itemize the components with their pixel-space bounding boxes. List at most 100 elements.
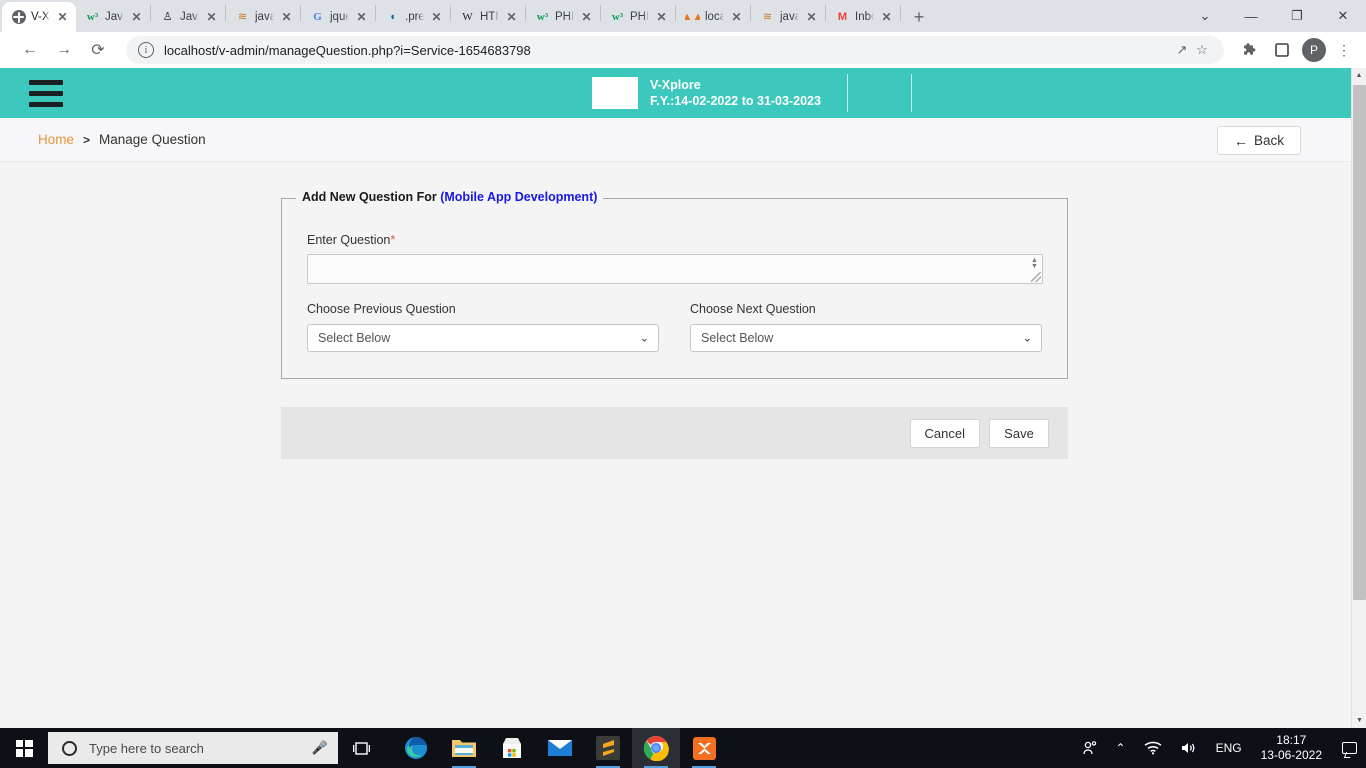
new-tab-button[interactable]: + bbox=[905, 3, 933, 31]
breadcrumb-separator: > bbox=[83, 132, 91, 147]
taskbar-app-xampp[interactable] bbox=[680, 728, 728, 768]
browser-tab-11[interactable]: M Inbo ✕ bbox=[826, 2, 900, 32]
next-question-label: Choose Next Question bbox=[690, 302, 816, 316]
taskbar-app-mail[interactable] bbox=[536, 728, 584, 768]
start-button[interactable] bbox=[0, 728, 48, 768]
hamburger-icon[interactable] bbox=[29, 79, 63, 107]
tab-close-icon[interactable]: ✕ bbox=[579, 10, 594, 25]
breadcrumb-home-link[interactable]: Home bbox=[38, 132, 74, 147]
task-view-button[interactable] bbox=[338, 728, 384, 768]
browser-tab-1[interactable]: w³ JavaS ✕ bbox=[76, 2, 150, 32]
textarea-resize-handle[interactable] bbox=[1031, 272, 1041, 282]
tab-close-icon[interactable]: ✕ bbox=[279, 10, 294, 25]
tab-close-icon[interactable]: ✕ bbox=[504, 10, 519, 25]
breadcrumb-current: Manage Question bbox=[99, 132, 206, 147]
info-icon[interactable]: i bbox=[138, 42, 154, 58]
javascript-doc-icon: ≋ bbox=[762, 10, 773, 23]
profile-avatar[interactable]: P bbox=[1302, 38, 1326, 62]
browser-tab-9[interactable]: ▲▲ local ✕ bbox=[676, 2, 750, 32]
jquery-icon: ◖ bbox=[389, 10, 396, 23]
javascript-doc-icon: ≋ bbox=[237, 10, 248, 23]
browser-tab-10[interactable]: ≋ javas ✕ bbox=[751, 2, 825, 32]
browser-tab-6[interactable]: W HTM ✕ bbox=[451, 2, 525, 32]
browser-tab-4[interactable]: G jquer ✕ bbox=[301, 2, 375, 32]
next-question-select[interactable]: Select Below ⌄ bbox=[690, 324, 1042, 352]
save-button[interactable]: Save bbox=[989, 418, 1049, 448]
taskbar-app-file-explorer[interactable] bbox=[440, 728, 488, 768]
tab-title: PHP bbox=[630, 11, 649, 23]
extensions-puzzle-icon[interactable] bbox=[1236, 36, 1264, 64]
browser-tab-5[interactable]: ◖ .prep ✕ bbox=[376, 2, 450, 32]
browser-menu-icon[interactable]: ⋮ bbox=[1330, 36, 1358, 64]
web-page: V-Xplore F.Y.:14-02-2022 to 31-03-2023 H… bbox=[0, 68, 1351, 728]
browser-tab-0[interactable]: V-Xp ✕ bbox=[2, 2, 76, 32]
wifi-icon[interactable] bbox=[1135, 728, 1171, 768]
minimize-button[interactable]: — bbox=[1228, 0, 1274, 32]
tab-close-icon[interactable]: ✕ bbox=[429, 10, 444, 25]
next-question-value: Select Below bbox=[701, 331, 774, 345]
tab-close-icon[interactable]: ✕ bbox=[804, 10, 819, 25]
language-indicator[interactable]: ENG bbox=[1207, 728, 1251, 768]
tab-close-icon[interactable]: ✕ bbox=[129, 10, 144, 25]
scrollbar-thumb[interactable] bbox=[1353, 85, 1366, 600]
clock[interactable]: 18:17 13-06-2022 bbox=[1251, 733, 1332, 763]
tab-close-icon[interactable]: ✕ bbox=[654, 10, 669, 25]
tab-separator bbox=[900, 4, 901, 21]
tab-close-icon[interactable]: ✕ bbox=[204, 10, 219, 25]
address-bar[interactable]: i localhost/v-admin/manageQuestion.php?i… bbox=[126, 36, 1224, 64]
header-divider bbox=[911, 74, 912, 112]
maximize-button[interactable]: ❐ bbox=[1274, 0, 1320, 32]
tray-overflow-icon[interactable]: ⌃ bbox=[1107, 728, 1135, 768]
brand-text: V-Xplore F.Y.:14-02-2022 to 31-03-2023 bbox=[650, 77, 821, 110]
question-label-text: Enter Question bbox=[307, 233, 391, 247]
financial-year: F.Y.:14-02-2022 to 31-03-2023 bbox=[650, 94, 821, 108]
microphone-icon[interactable]: 🎤 bbox=[312, 740, 328, 756]
gmail-icon: M bbox=[837, 10, 848, 23]
cancel-button[interactable]: Cancel bbox=[909, 418, 980, 448]
taskbar-app-edge[interactable] bbox=[392, 728, 440, 768]
legend-subject: (Mobile App Development) bbox=[440, 190, 598, 204]
reload-icon[interactable]: ⟳ bbox=[84, 36, 112, 64]
tab-title: JavaS bbox=[180, 11, 199, 23]
tab-close-icon[interactable]: ✕ bbox=[55, 10, 70, 25]
w3schools-icon: w³ bbox=[536, 10, 549, 23]
browser-window: V-Xp ✕ w³ JavaS ✕ ♙ JavaS ✕ ≋ javas ✕ G … bbox=[0, 0, 1366, 728]
question-order-row: Choose Previous Question Select Below ⌄ … bbox=[307, 302, 1042, 352]
back-button[interactable]: ← Back bbox=[1217, 126, 1301, 155]
legend-prefix: Add New Question For bbox=[302, 190, 437, 204]
tab-search-icon[interactable]: ⌄ bbox=[1182, 0, 1228, 32]
breadcrumb: Home > Manage Question bbox=[38, 132, 206, 147]
browser-tab-3[interactable]: ≋ javas ✕ bbox=[226, 2, 300, 32]
browser-tab-2[interactable]: ♙ JavaS ✕ bbox=[151, 2, 225, 32]
tab-title: Inbo bbox=[855, 11, 874, 23]
bookmark-star-icon[interactable]: ☆ bbox=[1192, 42, 1212, 58]
close-window-button[interactable]: ✕ bbox=[1320, 0, 1366, 32]
windows-taskbar: Type here to search 🎤 ⌃ ENG 18:17 13-06-… bbox=[0, 728, 1366, 768]
speaker-icon[interactable] bbox=[1171, 728, 1207, 768]
page-scrollbar[interactable]: ▲ ▼ bbox=[1351, 68, 1366, 728]
scroll-down-arrow[interactable]: ▼ bbox=[1352, 713, 1366, 728]
scroll-up-arrow[interactable]: ▲ bbox=[1352, 68, 1366, 83]
browser-tab-7[interactable]: w³ PHP ✕ bbox=[526, 2, 600, 32]
browser-toolbar: ← → ⟳ i localhost/v-admin/manageQuestion… bbox=[0, 32, 1366, 68]
question-textarea[interactable]: ▲ ▼ bbox=[307, 254, 1043, 284]
taskbar-app-microsoft-store[interactable] bbox=[488, 728, 536, 768]
tab-close-icon[interactable]: ✕ bbox=[729, 10, 744, 25]
textarea-scroll-indicator[interactable]: ▲ ▼ bbox=[1029, 257, 1040, 270]
tab-close-icon[interactable]: ✕ bbox=[354, 10, 369, 25]
taskbar-app-chrome[interactable] bbox=[632, 728, 680, 768]
notification-icon[interactable] bbox=[1332, 728, 1366, 768]
back-nav-icon[interactable]: ← bbox=[16, 36, 44, 64]
brand-name: V-Xplore bbox=[650, 77, 701, 92]
people-icon[interactable] bbox=[1073, 728, 1107, 768]
side-panel-icon[interactable] bbox=[1268, 36, 1296, 64]
tab-close-icon[interactable]: ✕ bbox=[879, 10, 894, 25]
taskbar-app-sublime-text[interactable] bbox=[584, 728, 632, 768]
previous-question-select[interactable]: Select Below ⌄ bbox=[307, 324, 659, 352]
taskbar-search-input[interactable]: Type here to search 🎤 bbox=[48, 732, 338, 764]
forward-nav-icon[interactable]: → bbox=[50, 36, 78, 64]
browser-tab-8[interactable]: w³ PHP ✕ bbox=[601, 2, 675, 32]
url-text: localhost/v-admin/manageQuestion.php?i=S… bbox=[164, 42, 531, 58]
share-icon[interactable]: ↗ bbox=[1172, 42, 1192, 58]
clock-time: 18:17 bbox=[1276, 733, 1307, 747]
